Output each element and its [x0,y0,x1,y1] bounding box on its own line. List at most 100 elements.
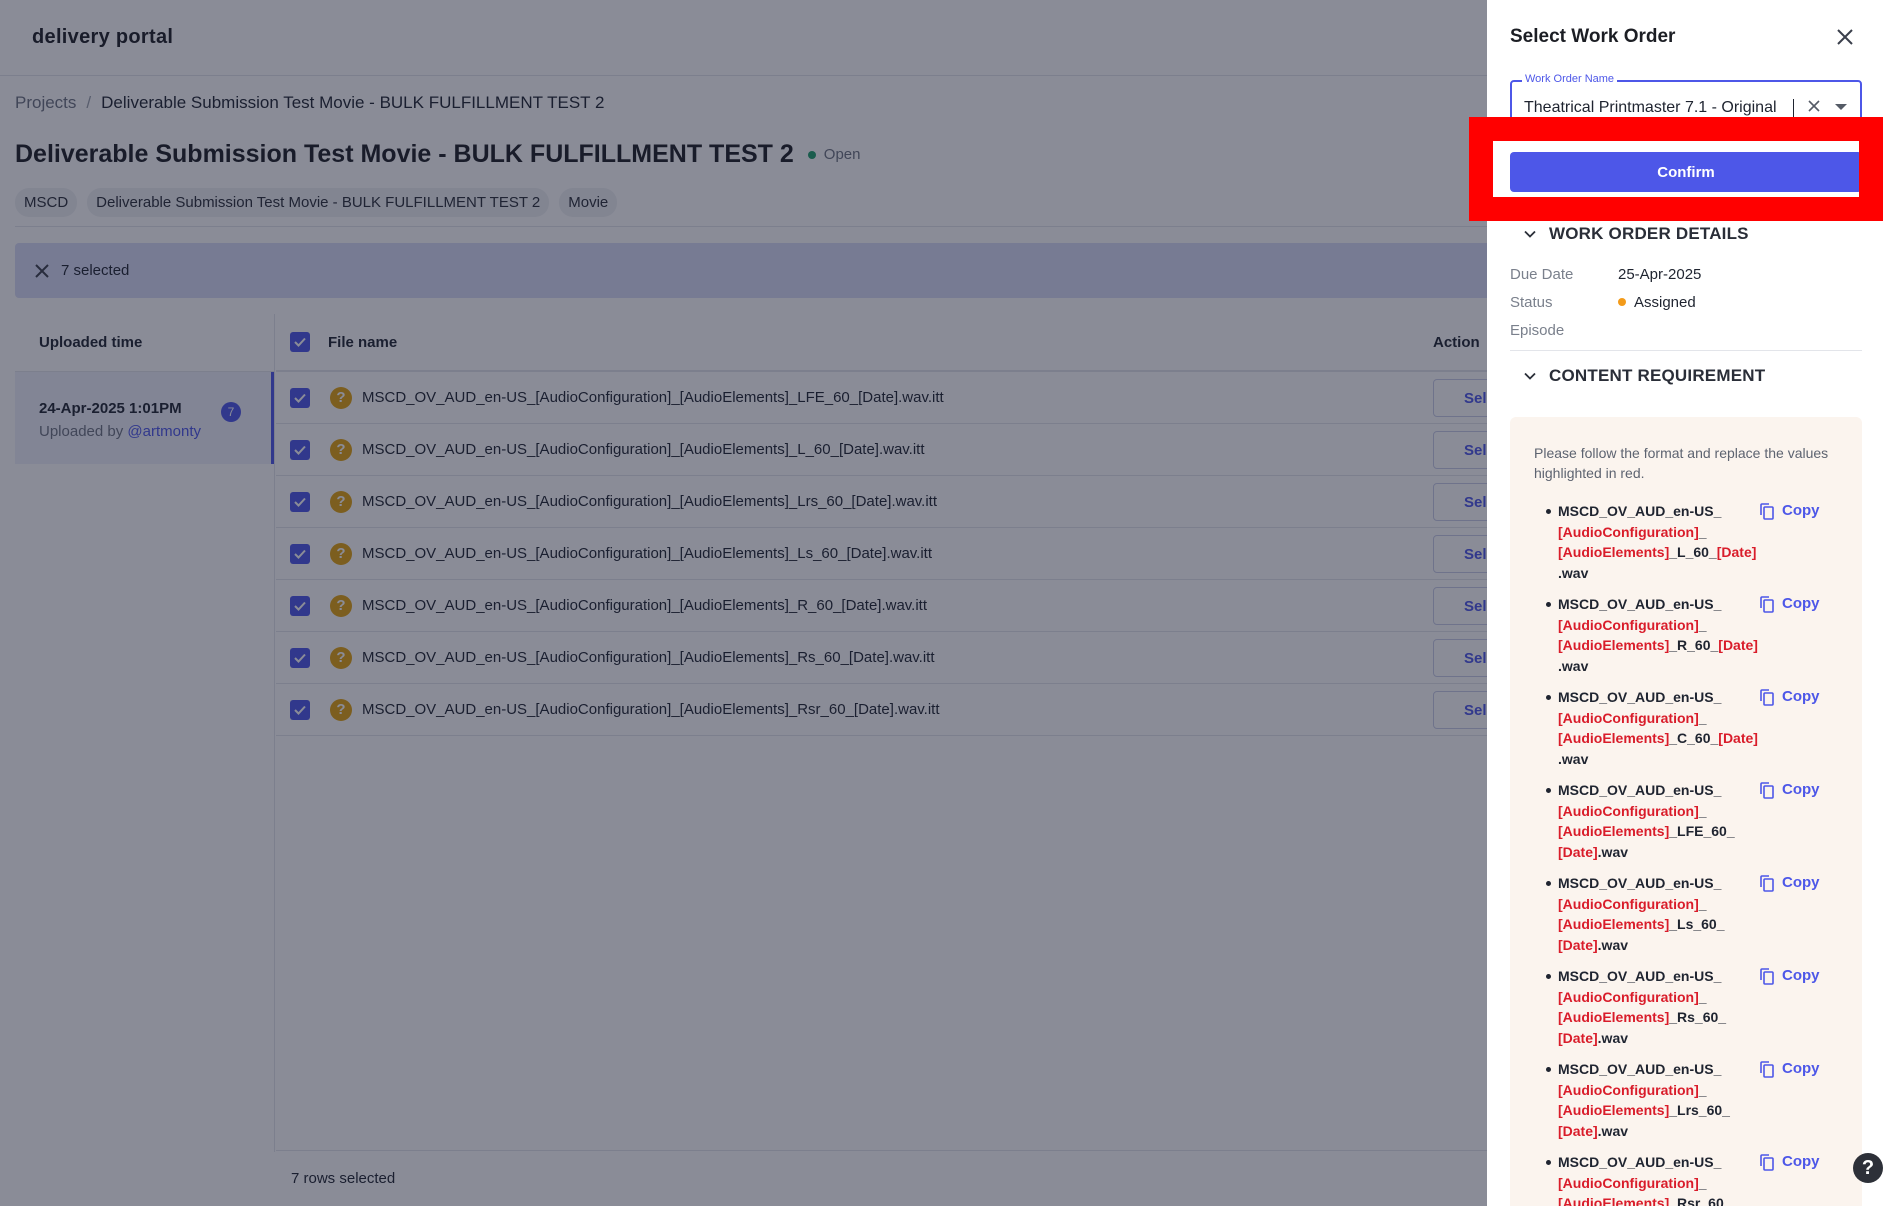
placeholder-token: [Date] [1718,637,1758,653]
copy-button[interactable]: Copy [1760,687,1820,708]
literal-token: .wav [1597,936,1629,953]
copy-button[interactable]: Copy [1760,594,1820,615]
copy-icon [1760,1153,1774,1171]
work-order-name-value[interactable]: Theatrical Printmaster 7.1 - Original [1524,99,1794,117]
placeholder-token: [Date] [1558,1029,1598,1046]
literal-token: .wav [1558,564,1589,581]
copy-icon [1760,967,1774,985]
chevron-down-icon [1524,372,1536,380]
filename-format-item: MSCD_OV_AUD_en-US_ [AudioConfiguration]_ [… [1534,1059,1854,1152]
placeholder-token: [AudioConfiguration] [1558,523,1699,540]
clear-value-icon[interactable] [1806,98,1822,114]
placeholder-token: [AudioConfiguration] [1558,709,1699,726]
placeholder-token: [Date] [1718,730,1758,746]
filename-format-text: MSCD_OV_AUD_en-US_ [AudioConfiguration]_ [… [1558,1059,1758,1141]
placeholder-token: [AudioConfiguration] [1558,802,1699,819]
filename-format-item: MSCD_OV_AUD_en-US_ [AudioConfiguration]_ [… [1534,687,1854,780]
modal-backdrop[interactable] [0,0,1487,1206]
placeholder-token: [Date] [1558,936,1598,953]
close-icon[interactable] [1832,24,1858,50]
literal-token: MSCD_OV_AUD_en-US_ [1558,596,1722,612]
literal-token: MSCD_OV_AUD_en-US_ [1558,782,1722,798]
episode-label: Episode [1510,321,1565,339]
copy-label: Copy [1782,688,1820,705]
literal-token: .wav [1597,843,1629,860]
filename-format-item: MSCD_OV_AUD_en-US_ [AudioConfiguration]_ [… [1534,594,1854,687]
copy-label: Copy [1782,874,1820,891]
filename-format-text: MSCD_OV_AUD_en-US_ [AudioConfiguration]_ [… [1558,873,1758,955]
literal-token: _C_60_ [1669,730,1719,746]
literal-token: _ [1698,802,1707,819]
copy-icon [1760,502,1774,520]
literal-token: _Ls_60_ [1669,916,1725,932]
filename-format-item: MSCD_OV_AUD_en-US_ [AudioConfiguration]_ [… [1534,780,1854,873]
filename-format-text: MSCD_OV_AUD_en-US_ [AudioConfiguration]_ [… [1558,687,1758,769]
literal-token: _Rs_60_ [1669,1009,1727,1025]
literal-token: _R_60_ [1669,637,1719,653]
placeholder-token: [AudioConfiguration] [1558,616,1699,633]
filename-format-text: MSCD_OV_AUD_en-US_ [AudioConfiguration]_ [… [1558,501,1758,583]
due-date-label: Due Date [1510,265,1574,283]
placeholder-token: [AudioElements] [1558,637,1670,653]
placeholder-token: [Date] [1558,1122,1598,1139]
copy-label: Copy [1782,595,1820,612]
copy-button[interactable]: Copy [1760,1152,1820,1173]
placeholder-token: [AudioElements] [1558,544,1670,560]
filename-format-list: MSCD_OV_AUD_en-US_ [AudioConfiguration]_[… [1534,501,1854,1206]
copy-icon [1760,688,1774,706]
literal-token: MSCD_OV_AUD_en-US_ [1558,503,1722,519]
placeholder-token: [Date] [1716,544,1757,560]
literal-token: _Rsr_60 [1669,1195,1724,1206]
literal-token: _ [1698,988,1707,1005]
copy-button[interactable]: Copy [1760,1059,1820,1080]
copy-button[interactable]: Copy [1760,780,1820,801]
placeholder-token: [AudioElements] [1558,1195,1670,1206]
placeholder-token: [AudioConfiguration] [1558,1174,1699,1191]
literal-token: _ [1698,709,1707,726]
literal-token: _ [1698,1174,1707,1191]
filename-format-text: MSCD_OV_AUD_en-US_ [AudioConfiguration]_ [… [1558,780,1758,862]
copy-icon [1760,595,1774,613]
due-date-row: Due Date 25-Apr-2025 [1510,260,1701,288]
placeholder-token: [AudioElements] [1558,730,1670,746]
filename-format-item: MSCD_OV_AUD_en-US_ [AudioConfiguration]_ [… [1534,1152,1854,1206]
work-order-name-label: Work Order Name [1522,73,1618,85]
status-value: Assigned [1618,294,1696,311]
status-text: Assigned [1634,293,1696,311]
copy-icon [1760,1060,1774,1078]
literal-token: _ [1698,616,1707,633]
copy-button[interactable]: Copy [1760,501,1820,522]
copy-label: Copy [1782,781,1820,798]
help-button[interactable]: ? [1853,1153,1883,1183]
literal-token: _ [1698,895,1707,912]
content-requirement-toggle[interactable]: CONTENT REQUIREMENT [1523,366,1765,386]
copy-button[interactable]: Copy [1760,966,1820,987]
literal-token: MSCD_OV_AUD_en-US_ [1558,968,1722,984]
copy-label: Copy [1782,967,1820,984]
literal-token: MSCD_OV_AUD_en-US_ [1558,1154,1722,1170]
placeholder-token: [AudioElements] [1558,1102,1670,1118]
copy-button[interactable]: Copy [1760,873,1820,894]
status-label: Status [1510,293,1553,311]
content-requirement-intro: Please follow the format and replace the… [1534,445,1829,481]
literal-token: _L_60_ [1669,544,1717,560]
work-order-details-toggle[interactable]: WORK ORDER DETAILS [1523,224,1749,244]
content-requirement-heading: CONTENT REQUIREMENT [1549,366,1766,385]
literal-token: MSCD_OV_AUD_en-US_ [1558,875,1722,891]
placeholder-token: [AudioElements] [1558,823,1670,839]
literal-token: .wav [1597,1122,1629,1139]
literal-token: _Lrs_60_ [1669,1102,1730,1118]
status-dot-icon [1618,298,1626,306]
literal-token: MSCD_OV_AUD_en-US_ [1558,1061,1722,1077]
placeholder-token: [AudioElements] [1558,916,1670,932]
placeholder-token: [AudioConfiguration] [1558,895,1699,912]
literal-token: .wav [1558,750,1589,767]
filename-format-item: MSCD_OV_AUD_en-US_ [AudioConfiguration]_ [… [1534,966,1854,1059]
details-divider [1510,350,1862,351]
filename-format-item: MSCD_OV_AUD_en-US_ [AudioConfiguration]_ [… [1534,501,1854,594]
chevron-down-icon[interactable] [1835,104,1847,110]
copy-label: Copy [1782,1060,1820,1077]
filename-format-text: MSCD_OV_AUD_en-US_ [AudioConfiguration]_ [… [1558,594,1758,676]
drawer-title: Select Work Order [1510,26,1676,47]
filename-format-item: MSCD_OV_AUD_en-US_ [AudioConfiguration]_ [… [1534,873,1854,966]
